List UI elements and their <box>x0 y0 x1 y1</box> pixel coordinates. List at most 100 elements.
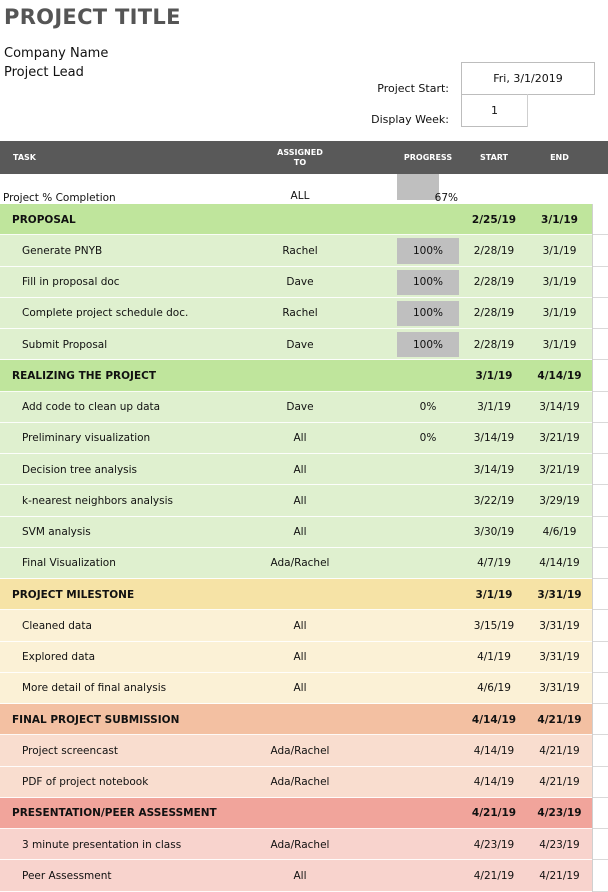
task-progress[interactable] <box>396 798 460 829</box>
task-end[interactable]: 3/1/19 <box>527 204 592 235</box>
section-title[interactable]: FINAL PROJECT SUBMISSION <box>12 704 252 735</box>
table-row[interactable]: Generate PNYB Rachel 100% 2/28/19 3/1/19 <box>0 235 608 267</box>
task-progress[interactable]: 100% <box>396 329 460 360</box>
task-end[interactable]: 3/1/19 <box>527 298 592 329</box>
table-row[interactable]: Project screencast Ada/Rachel 4/14/19 4/21/… <box>0 735 608 767</box>
task-start[interactable]: 3/1/19 <box>463 579 525 610</box>
task-start[interactable]: 3/14/19 <box>463 423 525 454</box>
task-assigned[interactable]: All <box>265 517 335 548</box>
task-assigned[interactable] <box>265 579 335 610</box>
task-progress[interactable] <box>396 735 460 766</box>
task-progress[interactable]: 0% <box>396 423 460 454</box>
column-task[interactable]: TASK <box>13 141 36 174</box>
table-row[interactable]: Explored data All 4/1/19 3/31/19 <box>0 641 608 673</box>
task-start[interactable]: 4/23/19 <box>463 829 525 860</box>
task-end[interactable]: 4/21/19 <box>527 860 592 891</box>
task-name[interactable]: Generate PNYB <box>22 235 262 266</box>
task-progress[interactable]: 100% <box>396 267 460 298</box>
task-start[interactable]: 4/21/19 <box>463 860 525 891</box>
task-progress[interactable] <box>396 579 460 610</box>
section-row[interactable]: PROJECT MILESTONE 3/1/19 3/31/19 <box>0 579 608 611</box>
table-row[interactable]: Fill in proposal doc Dave 100% 2/28/19 3/1/1… <box>0 266 608 298</box>
section-title[interactable]: PRESENTATION/PEER ASSESSMENT <box>12 798 252 829</box>
task-progress[interactable] <box>396 360 460 391</box>
task-start[interactable]: 3/15/19 <box>463 610 525 641</box>
table-row[interactable]: Complete project schedule doc. Rachel 100%… <box>0 297 608 329</box>
table-row[interactable]: Final Visualization Ada/Rachel 4/7/19 4/14/… <box>0 547 608 579</box>
task-start[interactable]: 2/28/19 <box>463 235 525 266</box>
column-end[interactable]: END <box>527 141 592 174</box>
task-assigned[interactable]: Dave <box>265 329 335 360</box>
task-start[interactable]: 4/7/19 <box>463 548 525 579</box>
task-name[interactable]: SVM analysis <box>22 517 262 548</box>
table-row[interactable]: k-nearest neighbors analysis All 3/22/19 3/… <box>0 485 608 517</box>
task-assigned[interactable]: All <box>265 610 335 641</box>
task-start[interactable]: 2/28/19 <box>463 267 525 298</box>
task-end[interactable]: 4/6/19 <box>527 517 592 548</box>
task-assigned[interactable]: All <box>265 673 335 704</box>
task-start[interactable]: 3/1/19 <box>463 392 525 423</box>
task-name[interactable]: Peer Assessment <box>22 860 262 891</box>
task-name[interactable]: Project screencast <box>22 735 262 766</box>
table-row[interactable]: Decision tree analysis All 3/14/19 3/21/19 <box>0 454 608 486</box>
section-title[interactable]: PROPOSAL <box>12 204 252 235</box>
task-start[interactable]: 4/14/19 <box>463 735 525 766</box>
task-name[interactable]: Cleaned data <box>22 610 262 641</box>
task-end[interactable]: 4/21/19 <box>527 704 592 735</box>
column-start[interactable]: START <box>463 141 525 174</box>
task-assigned[interactable]: All <box>265 423 335 454</box>
task-name[interactable]: k-nearest neighbors analysis <box>22 485 262 516</box>
table-row[interactable]: Cleaned data All 3/15/19 3/31/19 <box>0 610 608 642</box>
project-lead[interactable]: Project Lead <box>4 65 84 80</box>
table-row[interactable]: Peer Assessment All 4/21/19 4/21/19 <box>0 860 608 892</box>
task-assigned[interactable]: Dave <box>265 392 335 423</box>
task-assigned[interactable] <box>265 798 335 829</box>
task-progress[interactable] <box>396 204 460 235</box>
task-progress[interactable] <box>396 673 460 704</box>
task-assigned[interactable]: All <box>265 860 335 891</box>
task-end[interactable]: 3/14/19 <box>527 392 592 423</box>
task-assigned[interactable] <box>265 204 335 235</box>
task-progress[interactable] <box>396 829 460 860</box>
table-row[interactable]: PDF of project notebook Ada/Rachel 4/14/19… <box>0 766 608 798</box>
table-row[interactable]: More detail of final analysis All 4/6/19 3/… <box>0 672 608 704</box>
section-row[interactable]: PROPOSAL 2/25/19 3/1/19 <box>0 204 608 236</box>
table-row[interactable]: Preliminary visualization All 0% 3/14/19 3/2… <box>0 422 608 454</box>
task-end[interactable]: 4/14/19 <box>527 548 592 579</box>
table-row[interactable]: Submit Proposal Dave 100% 2/28/19 3/1/19 <box>0 329 608 361</box>
task-end[interactable]: 3/31/19 <box>527 673 592 704</box>
task-end[interactable]: 4/23/19 <box>527 798 592 829</box>
task-name[interactable]: Preliminary visualization <box>22 423 262 454</box>
task-assigned[interactable]: Dave <box>265 267 335 298</box>
task-end[interactable]: 3/31/19 <box>527 642 592 673</box>
table-row[interactable]: Add code to clean up data Dave 0% 3/1/19 3/1… <box>0 391 608 423</box>
task-assigned[interactable] <box>265 360 335 391</box>
task-end[interactable]: 3/21/19 <box>527 454 592 485</box>
section-title[interactable]: REALIZING THE PROJECT <box>12 360 252 391</box>
task-progress[interactable] <box>396 517 460 548</box>
task-end[interactable]: 3/31/19 <box>527 610 592 641</box>
task-start[interactable]: 2/28/19 <box>463 329 525 360</box>
section-title[interactable]: PROJECT MILESTONE <box>12 579 252 610</box>
task-end[interactable]: 3/21/19 <box>527 423 592 454</box>
task-assigned[interactable]: Ada/Rachel <box>265 829 335 860</box>
task-end[interactable]: 4/23/19 <box>527 829 592 860</box>
task-end[interactable]: 3/29/19 <box>527 485 592 516</box>
column-progress[interactable]: PROGRESS <box>396 141 460 174</box>
task-end[interactable]: 3/31/19 <box>527 579 592 610</box>
task-start[interactable]: 2/28/19 <box>463 298 525 329</box>
task-end[interactable]: 4/21/19 <box>527 735 592 766</box>
task-start[interactable]: 4/21/19 <box>463 798 525 829</box>
task-progress[interactable] <box>396 704 460 735</box>
task-assigned[interactable]: All <box>265 485 335 516</box>
section-row[interactable]: REALIZING THE PROJECT 3/1/19 4/14/19 <box>0 360 608 392</box>
task-progress[interactable]: 0% <box>396 392 460 423</box>
task-end[interactable]: 4/21/19 <box>527 767 592 798</box>
task-progress[interactable]: 100% <box>396 235 460 266</box>
task-end[interactable]: 3/1/19 <box>527 267 592 298</box>
task-progress[interactable] <box>396 548 460 579</box>
task-name[interactable]: Explored data <box>22 642 262 673</box>
table-row[interactable]: 3 minute presentation in class Ada/Rachel… <box>0 829 608 861</box>
task-assigned[interactable]: All <box>265 642 335 673</box>
task-progress[interactable] <box>396 610 460 641</box>
